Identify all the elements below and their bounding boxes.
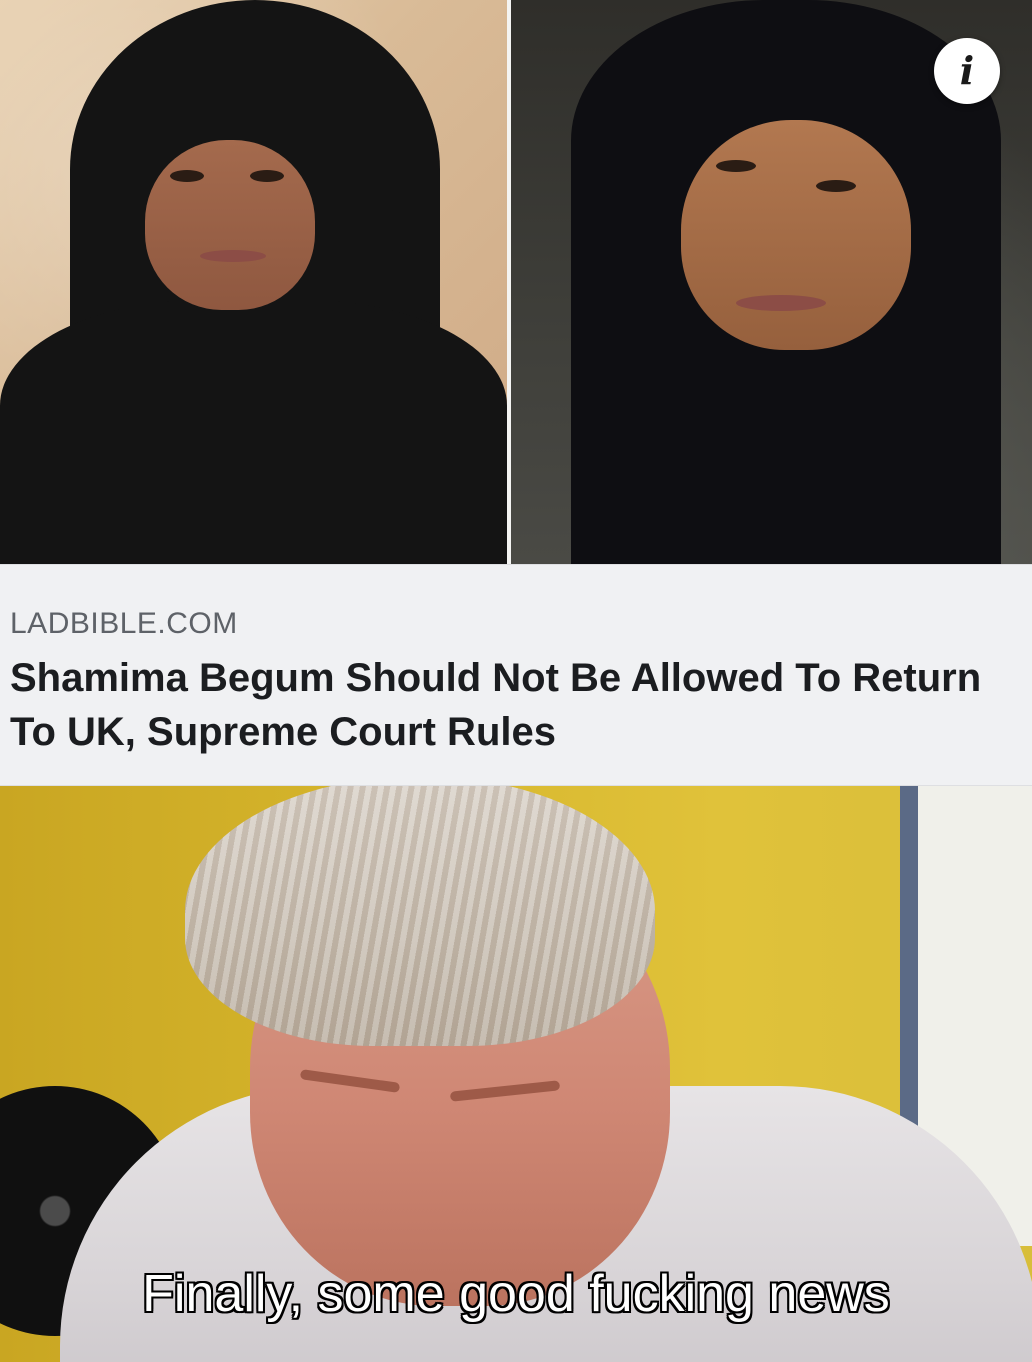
article-image[interactable]: i: [0, 0, 1032, 564]
face-shape: [145, 140, 315, 310]
eye-shape: [250, 170, 284, 182]
eye-shape: [816, 180, 856, 192]
hair-shape: [185, 786, 655, 1046]
face-shape: [681, 120, 911, 350]
meme-caption: Finally, some good fucking news: [142, 1265, 890, 1323]
link-preview-card[interactable]: LADBIBLE.COM Shamima Begum Should Not Be…: [0, 564, 1032, 786]
left-photo: [0, 0, 507, 564]
link-title[interactable]: Shamima Begum Should Not Be Allowed To R…: [10, 651, 1010, 759]
robe-shape: [0, 300, 507, 564]
mouth-shape: [736, 295, 826, 311]
eye-shape: [170, 170, 204, 182]
link-domain: LADBIBLE.COM: [10, 607, 238, 640]
eye-shape: [716, 160, 756, 172]
meme-image: Finally, some good fucking news: [0, 786, 1032, 1362]
info-icon[interactable]: i: [934, 38, 1000, 104]
meme-post: i LADBIBLE.COM Shamima Begum Should Not …: [0, 0, 1032, 1362]
info-glyph: i: [959, 48, 975, 93]
mouth-shape: [200, 250, 266, 262]
